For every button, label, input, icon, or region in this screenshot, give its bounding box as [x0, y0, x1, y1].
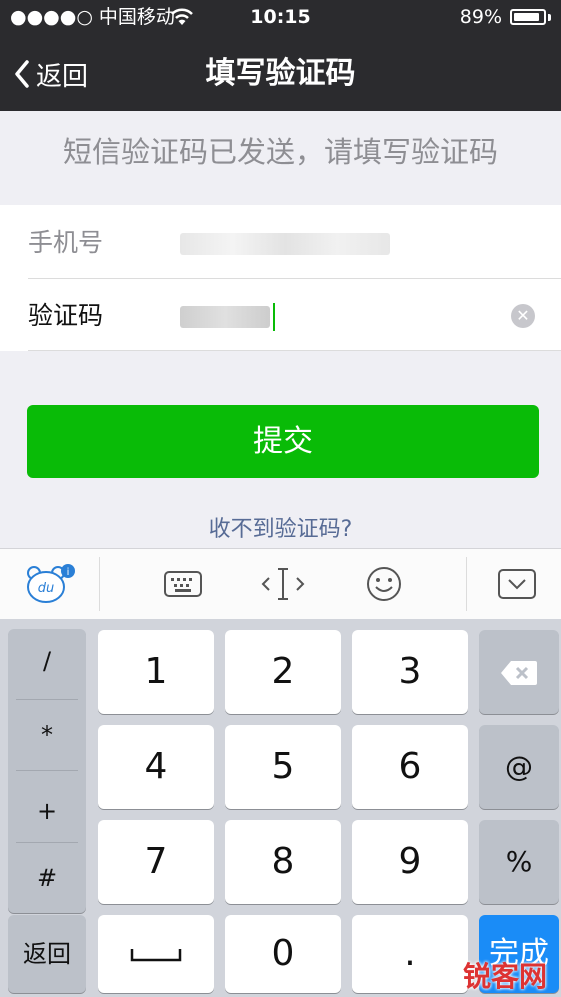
backspace-icon — [501, 661, 537, 685]
space-icon — [130, 949, 182, 962]
key-0[interactable]: 0 — [225, 915, 341, 993]
key-6[interactable]: 6 — [352, 725, 468, 809]
key-4[interactable]: 4 — [98, 725, 214, 809]
battery-icon — [510, 9, 546, 25]
backspace-key[interactable] — [479, 630, 559, 714]
battery-indicator: 89% — [460, 4, 551, 30]
svg-text:i: i — [67, 567, 70, 578]
key-dot[interactable]: . — [352, 915, 468, 993]
svg-text:du: du — [38, 581, 55, 596]
phone-row: 手机号 — [0, 207, 561, 279]
key-5[interactable]: 5 — [225, 725, 341, 809]
key-2[interactable]: 2 — [225, 630, 341, 714]
code-row: 验证码 ✕ — [0, 280, 561, 352]
return-key[interactable]: 返回 — [8, 915, 86, 993]
watermark-logo: 锐客网 — [462, 960, 547, 993]
phone-number-field — [180, 207, 390, 279]
symbol-column: / * + # — [8, 629, 86, 913]
verification-form: 手机号 验证码 ✕ — [0, 205, 561, 351]
code-input[interactable] — [180, 280, 275, 352]
keyboard-switch-icon[interactable] — [160, 549, 206, 619]
baidu-ime-icon[interactable]: du i — [22, 549, 78, 619]
key-percent[interactable]: % — [479, 820, 559, 904]
phone-label: 手机号 — [28, 228, 104, 257]
no-code-link[interactable]: 收不到验证码? — [0, 510, 561, 550]
code-label: 验证码 — [28, 301, 104, 330]
key-9[interactable]: 9 — [352, 820, 468, 904]
numeric-keypad: / * + # 1 2 3 4 5 6 @ 7 8 9 % 返回 0 . 完成 … — [0, 619, 561, 997]
key-7[interactable]: 7 — [98, 820, 214, 904]
submit-button[interactable]: 提交 — [27, 405, 539, 478]
key-3[interactable]: 3 — [352, 630, 468, 714]
cursor-move-icon[interactable] — [258, 549, 308, 619]
key-hash[interactable]: # — [8, 864, 86, 892]
clear-input-icon[interactable]: ✕ — [511, 304, 535, 328]
page-title: 填写验证码 — [205, 56, 356, 91]
key-slash[interactable]: / — [8, 647, 86, 675]
keyboard-toolbar: du i — [0, 548, 561, 620]
key-8[interactable]: 8 — [225, 820, 341, 904]
hide-keyboard-icon[interactable] — [494, 549, 540, 619]
key-at[interactable]: @ — [479, 725, 559, 809]
key-plus[interactable]: + — [8, 797, 86, 825]
battery-percent: 89% — [459, 6, 502, 28]
space-key[interactable] — [98, 915, 214, 993]
sms-sent-hint: 短信验证码已发送，请填写验证码 — [62, 135, 498, 169]
key-1[interactable]: 1 — [98, 630, 214, 714]
key-asterisk[interactable]: * — [8, 721, 86, 749]
emoji-icon[interactable] — [362, 549, 406, 619]
